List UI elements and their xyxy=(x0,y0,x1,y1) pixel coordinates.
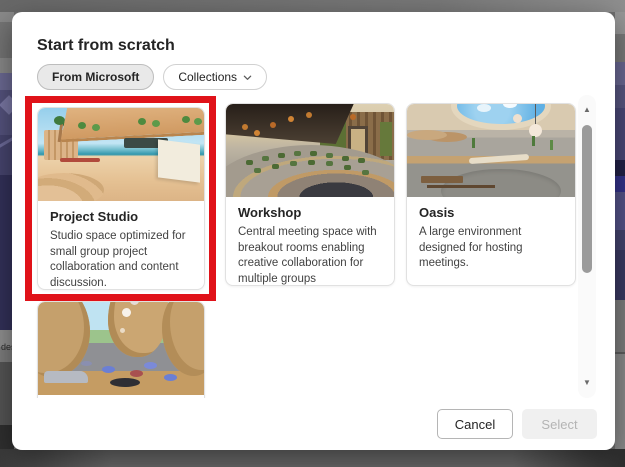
template-card-workshop[interactable]: Workshop Central meeting space with brea… xyxy=(225,103,395,286)
card-title: Project Studio xyxy=(50,209,139,224)
scroll-down-icon[interactable]: ▼ xyxy=(578,374,596,390)
card-title: Oasis xyxy=(419,205,455,220)
workshop-thumbnail xyxy=(226,104,394,197)
background-app-top-strip xyxy=(0,0,625,12)
template-card-partial[interactable] xyxy=(37,301,205,398)
dialog-title: Start from scratch xyxy=(37,37,175,54)
filter-pill-row: From Microsoft Collections xyxy=(37,64,268,90)
filter-collections-label: Collections xyxy=(178,70,238,84)
template-card-oasis[interactable]: Oasis A large environment designed for h… xyxy=(406,103,576,286)
oasis-thumbnail xyxy=(407,104,575,197)
cave-lounge-thumbnail xyxy=(38,302,204,395)
filter-collections-dropdown[interactable]: Collections xyxy=(163,64,268,90)
card-description: A large environment designed for hosting… xyxy=(419,226,523,269)
card-description: Central meeting space with breakout room… xyxy=(238,226,377,285)
select-button[interactable]: Select xyxy=(522,409,597,439)
filter-from-microsoft[interactable]: From Microsoft xyxy=(37,64,155,90)
template-gallery-viewport: Project Studio Studio space optimized fo… xyxy=(12,95,615,398)
screen: des Start from scratch From Microsoft Co… xyxy=(0,0,625,467)
chevron-down-icon xyxy=(243,73,252,82)
project-studio-thumbnail xyxy=(38,108,204,201)
start-from-scratch-dialog: Start from scratch From Microsoft Collec… xyxy=(12,12,615,450)
card-description: Studio space optimized for small group p… xyxy=(50,230,186,289)
gallery-scrollbar[interactable]: ▲ ▼ xyxy=(578,95,596,398)
cancel-button[interactable]: Cancel xyxy=(437,409,513,439)
filter-from-microsoft-label: From Microsoft xyxy=(52,70,140,84)
background-app-right-strip xyxy=(615,12,625,450)
background-app-bottom-strip xyxy=(0,449,625,467)
template-card-project-studio[interactable]: Project Studio Studio space optimized fo… xyxy=(37,107,205,290)
scroll-up-icon[interactable]: ▲ xyxy=(578,101,596,117)
scrollbar-thumb[interactable] xyxy=(582,125,592,273)
card-title: Workshop xyxy=(238,205,302,220)
